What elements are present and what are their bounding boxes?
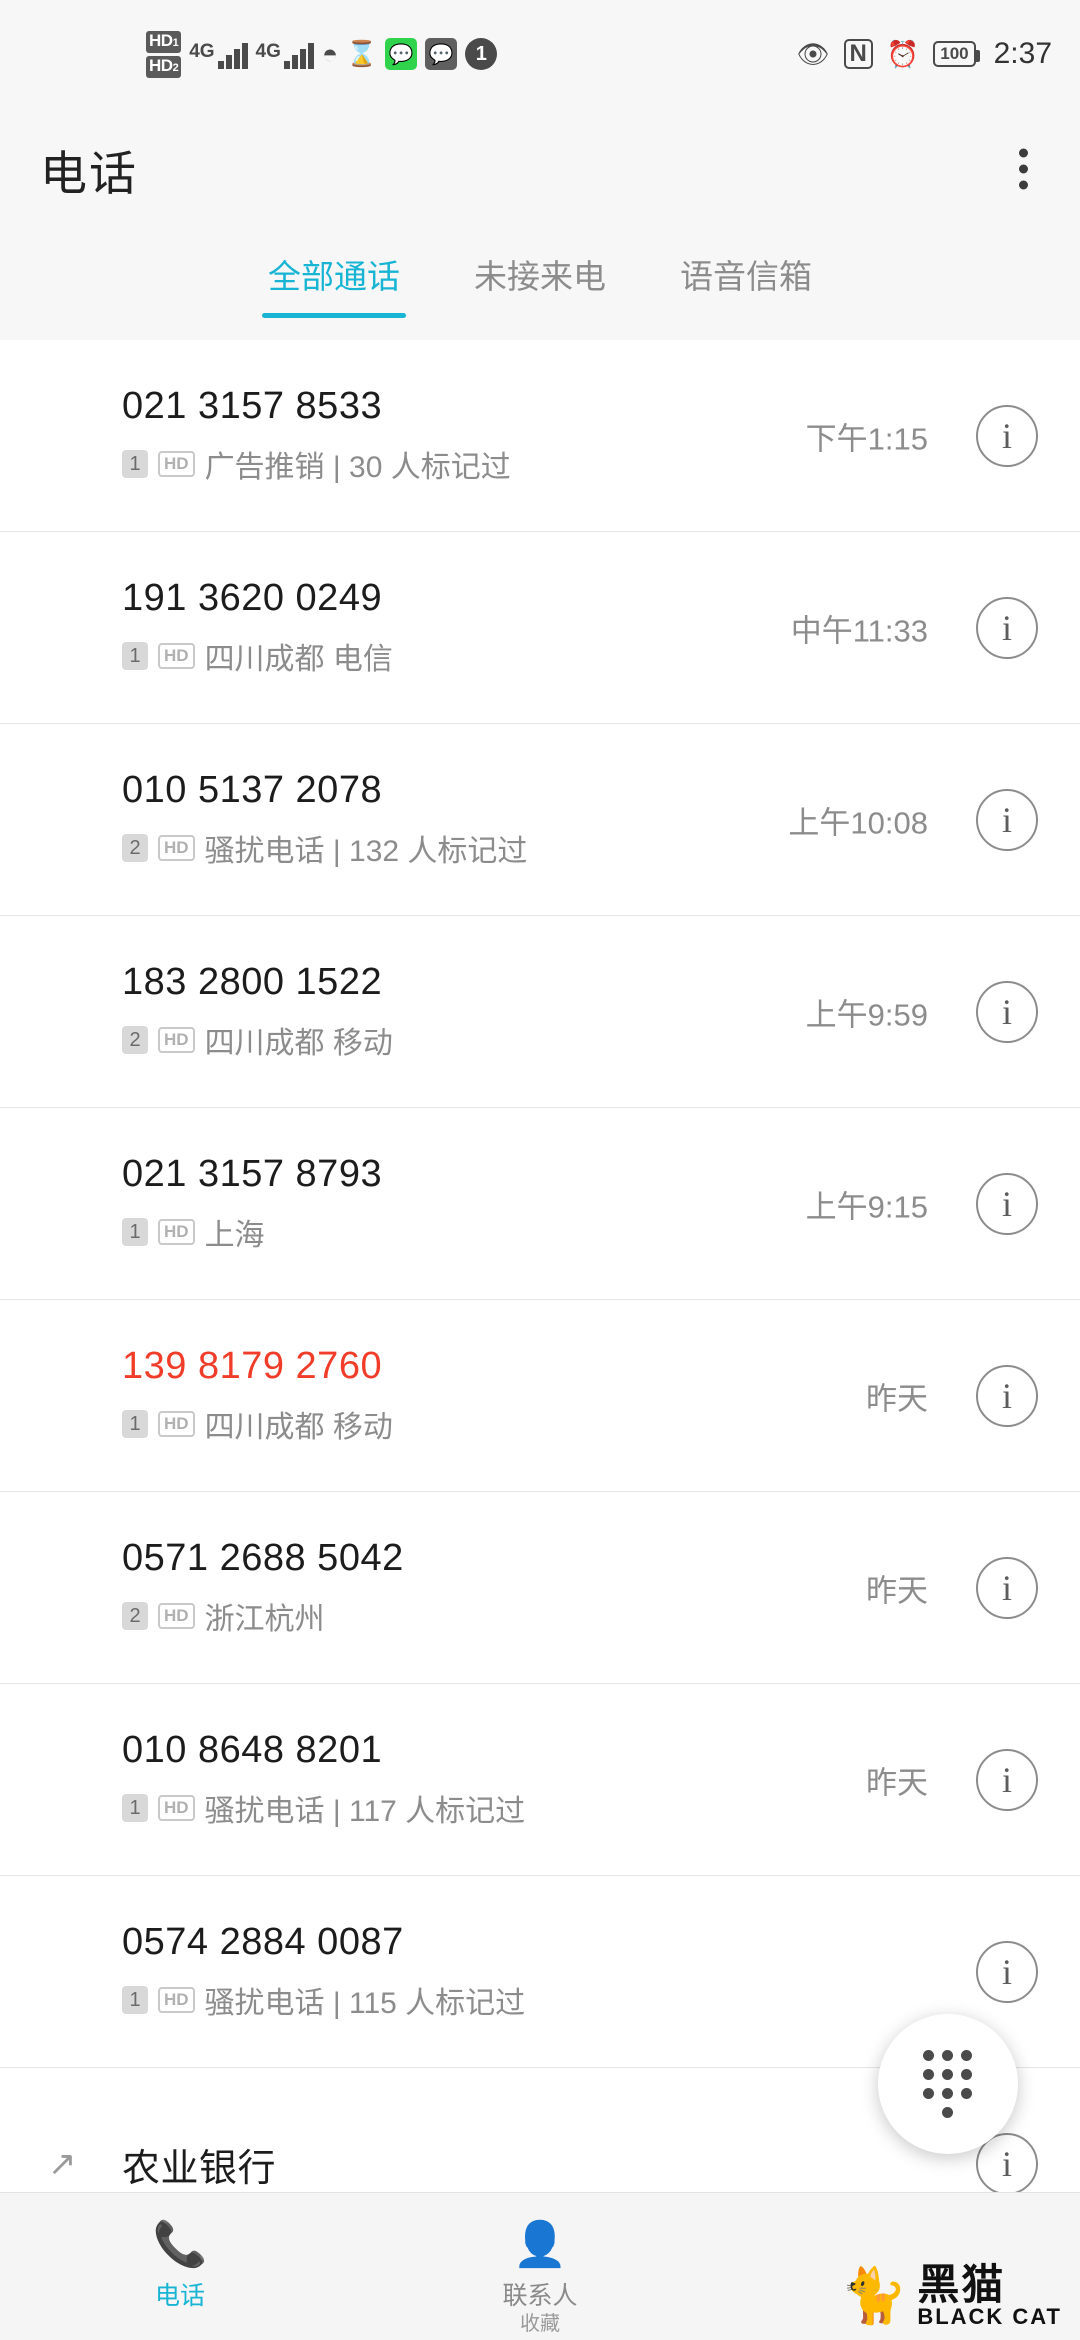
- tab-all-calls[interactable]: 全部通话: [262, 242, 406, 318]
- call-detail: 骚扰电话 | 117 人标记过: [204, 1795, 526, 1828]
- call-subline: 1 HD 骚扰电话 | 115 人标记过: [122, 1978, 1040, 2022]
- call-detail: 上海: [204, 1219, 265, 1252]
- wifi-icon: ◓: [321, 39, 339, 69]
- more-vertical-icon[interactable]: [1011, 141, 1036, 198]
- black-cat-watermark: 🐈 黑猫 BLACK CAT: [840, 2264, 1062, 2328]
- call-log-row[interactable]: 010 5137 2078 2 HD 骚扰电话 | 132 人标记过 上午10:…: [0, 724, 1080, 916]
- call-time: 上午10:08: [788, 805, 928, 840]
- call-count-badge: 1: [122, 1410, 148, 1438]
- status-bar-right: 👁 N ⏰ 100 2:37: [797, 0, 1053, 108]
- watermark-text: 黑猫 BLACK CAT: [917, 2264, 1062, 2328]
- call-log-row[interactable]: 021 3157 8793 1 HD 上海 上午9:15 i: [0, 1108, 1080, 1300]
- call-time: 中午11:33: [790, 613, 928, 648]
- notification-count-badge: 1: [465, 38, 498, 70]
- call-detail: 骚扰电话 | 115 人标记过: [204, 1987, 526, 2020]
- status-clock: 2:37: [993, 37, 1052, 70]
- app-title-bar: 电话: [0, 108, 1080, 230]
- call-log-row[interactable]: 010 8648 8201 1 HD 骚扰电话 | 117 人标记过 昨天 i: [0, 1684, 1080, 1876]
- hd-call-icon: HD: [158, 1795, 195, 1821]
- call-time: 下午1:15: [805, 421, 928, 456]
- call-info-icon[interactable]: i: [976, 980, 1038, 1043]
- signal-bars-1-icon: [217, 39, 248, 69]
- page-title: 电话: [40, 146, 138, 200]
- call-info-icon[interactable]: i: [976, 1172, 1038, 1235]
- phone-icon: 📞: [152, 2219, 208, 2269]
- hd-call-icon: HD: [158, 1987, 195, 2013]
- call-time: 昨天: [866, 1573, 928, 1608]
- call-detail: 广告推销 | 30 人标记过: [204, 451, 511, 484]
- sim1-network-label: 4G: [189, 41, 215, 62]
- nav-item-phone[interactable]: 📞 电话: [0, 2193, 360, 2340]
- hourglass-icon: ⌛: [346, 39, 378, 68]
- signal-bars-2-icon: [283, 39, 314, 69]
- hd-call-icon: HD: [158, 1219, 195, 1245]
- phone-app-screen: HD1 HD2 4G 4G ◓ ⌛ 💬 💬 1 👁 N ⏰ 100 2:37 电…: [0, 0, 1080, 2340]
- hd1-icon: HD1: [146, 30, 182, 53]
- call-log-list[interactable]: 021 3157 8533 1 HD 广告推销 | 30 人标记过 下午1:15…: [0, 340, 1080, 2260]
- call-count-badge: 1: [122, 1218, 148, 1246]
- call-log-row[interactable]: 021 3157 8533 1 HD 广告推销 | 30 人标记过 下午1:15…: [0, 340, 1080, 532]
- watermark-en: BLACK CAT: [917, 2304, 1062, 2329]
- sim2-network-label: 4G: [255, 41, 281, 62]
- collect-label: 收藏: [520, 2313, 560, 2335]
- call-info-icon[interactable]: i: [976, 596, 1038, 659]
- hd-call-icon: HD: [158, 451, 195, 477]
- call-count-badge: 1: [122, 1986, 148, 2014]
- call-count-badge: 2: [122, 834, 148, 862]
- tab-missed-calls[interactable]: 未接来电: [468, 242, 612, 318]
- watermark-cn: 黑猫: [917, 2261, 1006, 2308]
- call-count-badge: 1: [122, 1794, 148, 1822]
- black-cat-logo-icon: 🐈: [840, 2266, 908, 2326]
- hd-call-icon: HD: [158, 1027, 195, 1053]
- hd-call-icon: HD: [158, 835, 195, 861]
- hd-call-icon: HD: [158, 643, 195, 669]
- call-info-icon[interactable]: i: [976, 1940, 1038, 2003]
- call-time: 上午9:15: [805, 1189, 928, 1224]
- dialpad-icon: [923, 2049, 973, 2119]
- tab-bar: 全部通话 未接来电 语音信箱: [0, 230, 1080, 340]
- call-number: 农业银行: [122, 2147, 277, 2190]
- sim1-signal: 4G: [189, 39, 248, 69]
- call-time: 昨天: [866, 1765, 928, 1800]
- wechat-icon: 💬: [385, 38, 418, 70]
- call-detail: 四川成都 移动: [204, 1411, 393, 1444]
- call-log-row[interactable]: 139 8179 2760 1 HD 四川成都 移动 昨天 i: [0, 1300, 1080, 1492]
- sim2-signal: 4G: [256, 39, 314, 69]
- call-detail: 四川成都 电信: [204, 643, 393, 676]
- call-time: 昨天: [866, 1381, 928, 1416]
- hd-call-icon: HD: [158, 1411, 195, 1437]
- call-info-icon[interactable]: i: [976, 1748, 1038, 1811]
- volte-hd-indicators: HD1 HD2: [146, 30, 182, 78]
- call-info-icon[interactable]: i: [976, 404, 1038, 467]
- call-count-badge: 2: [122, 1026, 148, 1054]
- call-count-badge: 1: [122, 450, 148, 478]
- call-detail: 浙江杭州: [204, 1603, 325, 1636]
- outgoing-call-icon: ↗: [48, 2145, 77, 2183]
- tab-voicemail[interactable]: 语音信箱: [674, 242, 818, 318]
- alarm-icon: ⏰: [886, 38, 920, 69]
- status-bar: HD1 HD2 4G 4G ◓ ⌛ 💬 💬 1 👁 N ⏰ 100 2:37: [0, 0, 1080, 108]
- call-time: 上午9:59: [805, 997, 928, 1032]
- wechat-alt-icon: 💬: [425, 38, 458, 70]
- hd2-icon: HD2: [146, 55, 182, 78]
- call-info-icon[interactable]: i: [976, 1556, 1038, 1619]
- nav-label-phone: 电话: [154, 2281, 205, 2310]
- call-log-row[interactable]: 0571 2688 5042 2 HD 浙江杭州 昨天 i: [0, 1492, 1080, 1684]
- call-count-badge: 2: [122, 1602, 148, 1630]
- hd-call-icon: HD: [158, 1603, 195, 1629]
- call-count-badge: 1: [122, 642, 148, 670]
- call-info-icon[interactable]: i: [976, 1364, 1038, 1427]
- dialpad-fab-button[interactable]: [878, 2014, 1018, 2154]
- call-log-row[interactable]: 183 2800 1522 2 HD 四川成都 移动 上午9:59 i: [0, 916, 1080, 1108]
- call-detail: 骚扰电话 | 132 人标记过: [204, 835, 528, 868]
- call-number: 0574 2884 0087: [122, 1921, 404, 1963]
- contacts-icon: 👤: [512, 2219, 568, 2269]
- call-detail: 四川成都 移动: [204, 1027, 393, 1060]
- battery-indicator: 100: [933, 41, 981, 67]
- call-log-row[interactable]: 191 3620 0249 1 HD 四川成都 电信 中午11:33 i: [0, 532, 1080, 724]
- status-bar-left: HD1 HD2 4G 4G ◓ ⌛ 💬 💬 1: [146, 30, 498, 78]
- eye-comfort-icon: 👁: [796, 38, 830, 69]
- nfc-icon: N: [843, 39, 873, 69]
- call-info-icon[interactable]: i: [976, 788, 1038, 851]
